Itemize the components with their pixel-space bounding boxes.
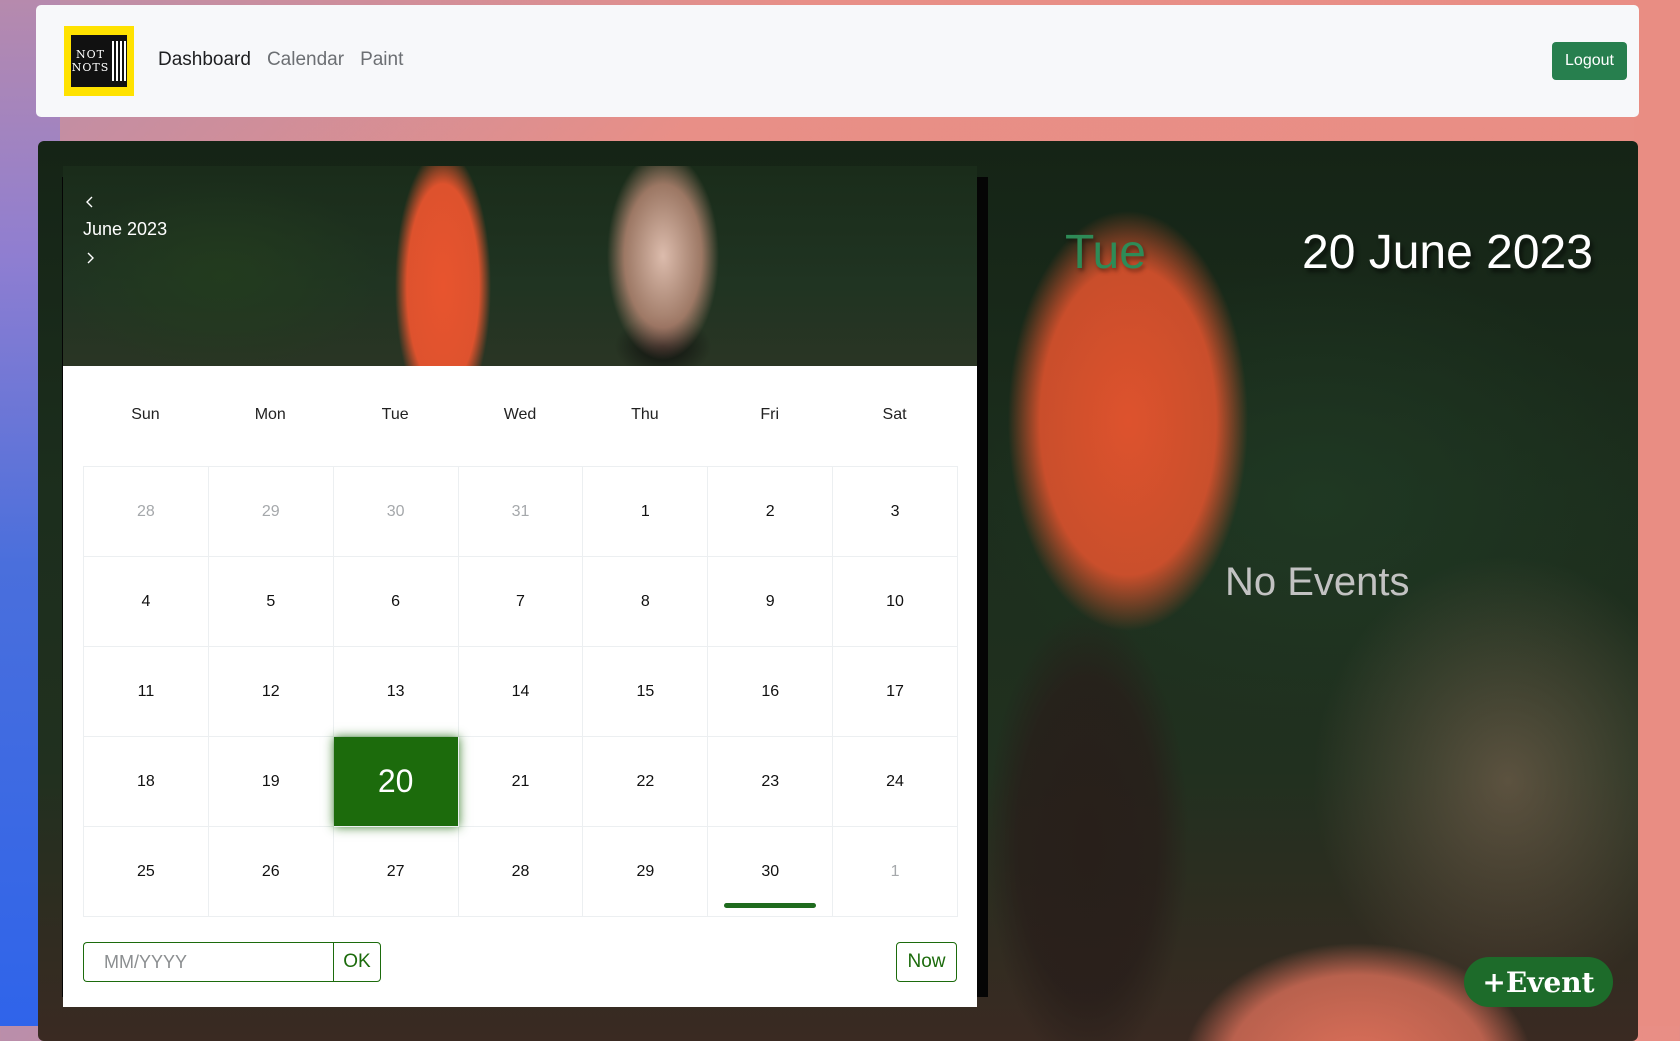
calendar-day-grid: 28 29 30 31 1 2 3 4 5 6 7 8 9 10 11 12 13 14 15 16 17 18 19 20 2… (83, 466, 958, 917)
selected-day-name: Tue (1065, 226, 1146, 279)
calendar-day-selected[interactable]: 20 (333, 737, 459, 827)
calendar-day[interactable]: 27 (333, 827, 459, 917)
calendar-header: June 2023 (63, 166, 977, 366)
calendar-day[interactable]: 16 (708, 647, 834, 737)
weekday-label: Tue (381, 406, 409, 423)
nav-link-dashboard[interactable]: Dashboard (158, 49, 251, 71)
weekday-header: Sun Mon Tue Wed Thu Fri Sat (83, 406, 957, 424)
calendar-day[interactable]: 7 (458, 557, 584, 647)
calendar-day[interactable]: 1 (833, 827, 958, 917)
calendar-day[interactable]: 11 (84, 647, 209, 737)
calendar-day[interactable]: 1 (583, 467, 709, 557)
logo-text: NOT NOTS (72, 48, 110, 74)
calendar-day[interactable]: 8 (583, 557, 709, 647)
logout-button[interactable]: Logout (1552, 42, 1627, 80)
calendar-day[interactable]: 13 (333, 647, 459, 737)
weekday-label: Sun (131, 406, 160, 423)
calendar-day[interactable]: 9 (708, 557, 834, 647)
weekday-label: Mon (254, 406, 286, 423)
calendar-day[interactable]: 6 (333, 557, 459, 647)
chevron-left-icon[interactable] (80, 192, 100, 212)
calendar-day[interactable]: 31 (458, 467, 584, 557)
calendar-day[interactable]: 4 (84, 557, 209, 647)
add-event-button[interactable]: +Event (1464, 957, 1613, 1007)
calendar-day[interactable]: 29 (208, 467, 334, 557)
calendar-day[interactable]: 18 (84, 737, 209, 827)
chevron-right-icon[interactable] (80, 248, 100, 268)
no-events-message: No Events (1225, 560, 1410, 604)
calendar-day[interactable]: 15 (583, 647, 709, 737)
calendar-day[interactable]: 17 (833, 647, 958, 737)
calendar-day[interactable]: 28 (84, 467, 209, 557)
month-year-input[interactable] (83, 942, 333, 982)
calendar-day[interactable]: 26 (208, 827, 334, 917)
page-background-right (1634, 0, 1680, 1026)
calendar-month-label: June 2023 (83, 219, 168, 239)
nav-links: Dashboard Calendar Paint (158, 49, 403, 71)
calendar-day[interactable]: 28 (458, 827, 584, 917)
weekday-label: Wed (503, 406, 537, 423)
calendar-day-today[interactable]: 30 (708, 827, 834, 917)
calendar-day[interactable]: 12 (208, 647, 334, 737)
logo-text-line-2: NOTS (71, 61, 110, 74)
calendar-day[interactable]: 30 (333, 467, 459, 557)
calendar-day[interactable]: 10 (833, 557, 958, 647)
app-logo[interactable]: NOT NOTS (64, 26, 134, 96)
weekday-label: Thu (631, 406, 659, 423)
now-button[interactable]: Now (896, 942, 957, 982)
calendar-day[interactable]: 5 (208, 557, 334, 647)
calendar-day[interactable]: 2 (708, 467, 834, 557)
logo-barcode (112, 41, 127, 81)
weekday-label: Sat (882, 406, 907, 423)
calendar-day[interactable]: 21 (458, 737, 584, 827)
selected-full-date: 20 June 2023 (1302, 226, 1593, 279)
navbar: NOT NOTS Dashboard Calendar Paint Logout (36, 5, 1639, 117)
nav-link-paint[interactable]: Paint (360, 49, 403, 71)
calendar-day[interactable]: 19 (208, 737, 334, 827)
month-jump-form: OK (83, 942, 381, 982)
nav-link-calendar[interactable]: Calendar (267, 49, 344, 71)
ok-button[interactable]: OK (333, 942, 381, 982)
logo-text-line-1: NOT (76, 48, 105, 61)
calendar-day[interactable]: 24 (833, 737, 958, 827)
calendar-widget: June 2023 Sun Mon Tue Wed Thu Fri Sat 28… (63, 166, 977, 1007)
calendar-day[interactable]: 25 (84, 827, 209, 917)
weekday-label: Fri (760, 406, 780, 423)
calendar-day[interactable]: 29 (583, 827, 709, 917)
calendar-day[interactable]: 23 (708, 737, 834, 827)
logo-mark: NOT NOTS (71, 35, 127, 87)
calendar-day[interactable]: 14 (458, 647, 584, 737)
calendar-day[interactable]: 3 (833, 467, 958, 557)
calendar-day[interactable]: 22 (583, 737, 709, 827)
